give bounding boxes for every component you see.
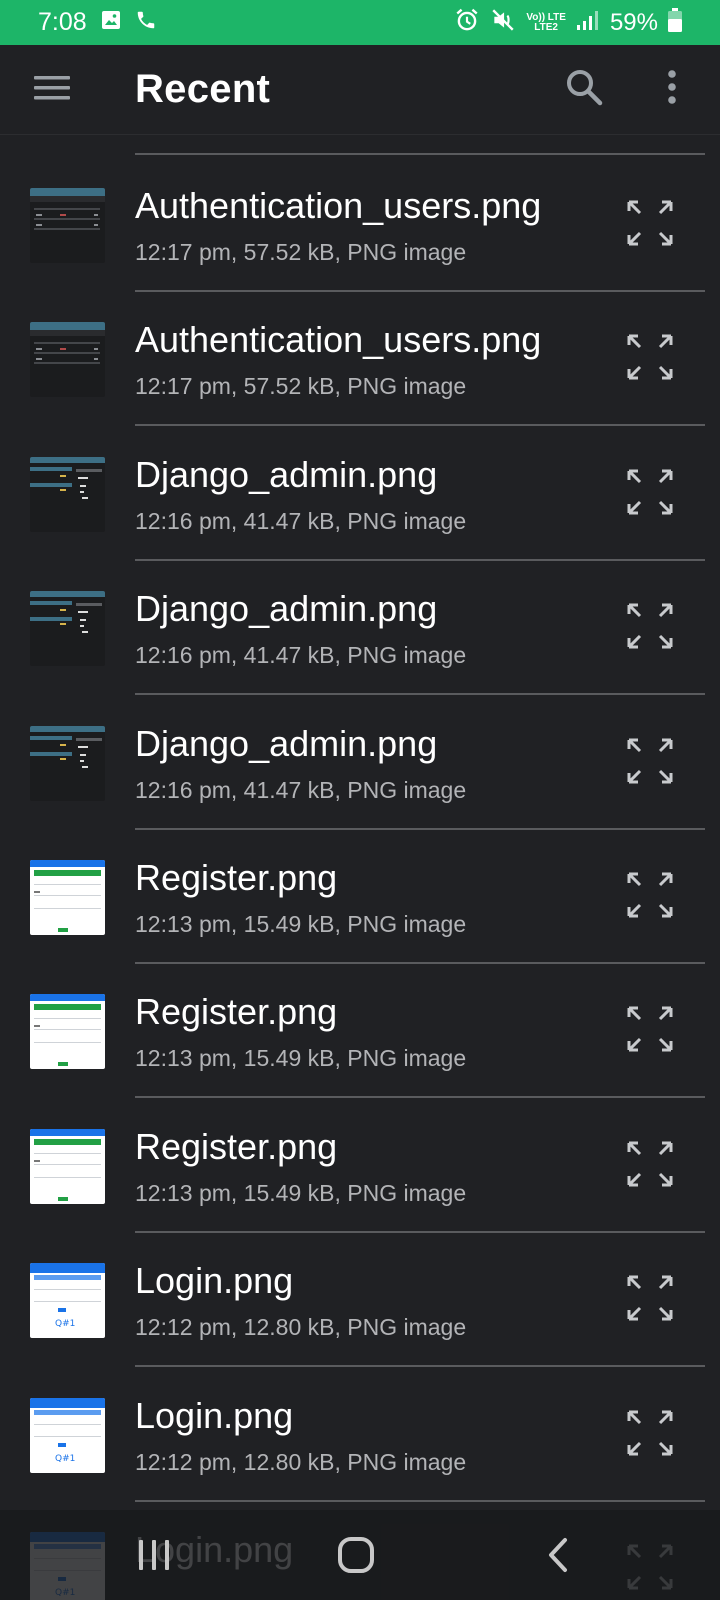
back-button[interactable] bbox=[533, 1532, 583, 1582]
battery-icon bbox=[668, 8, 682, 37]
search-button[interactable] bbox=[562, 67, 606, 111]
status-bar: 7:08 Vo)) LTE LTE2 59% bbox=[0, 0, 720, 45]
list-item[interactable]: Django_admin.png 12:16 pm, 41.47 kB, PNG … bbox=[0, 693, 720, 830]
status-time: 7:08 bbox=[38, 8, 87, 36]
home-icon bbox=[337, 1536, 375, 1579]
file-thumbnail bbox=[30, 456, 105, 532]
signal-icon bbox=[576, 9, 600, 36]
expand-icon bbox=[626, 200, 674, 251]
lte2-label: LTE2 bbox=[534, 21, 558, 33]
recents-icon bbox=[136, 1538, 172, 1577]
file-name: Register.png bbox=[135, 857, 338, 898]
file-thumbnail bbox=[30, 322, 105, 398]
file-name: Register.png bbox=[135, 1125, 338, 1167]
expand-preview-button[interactable] bbox=[626, 333, 674, 381]
alarm-icon bbox=[454, 7, 480, 38]
network-label: Vo)) LTE LTE2 bbox=[526, 11, 566, 33]
file-list: Authentication_users.png 12:17 pm, 57.52 … bbox=[0, 135, 720, 1600]
list-item[interactable]: Register.png 12:13 pm, 15.49 kB, PNG imag… bbox=[0, 827, 720, 964]
gallery-icon bbox=[101, 10, 121, 35]
file-name: Django_admin.png bbox=[135, 722, 438, 764]
back-icon bbox=[546, 1537, 570, 1578]
expand-preview-button[interactable] bbox=[626, 1409, 674, 1457]
expand-preview-button[interactable] bbox=[626, 1140, 674, 1188]
file-meta: 12:13 pm, 15.49 kB, PNG image bbox=[135, 911, 467, 937]
svg-text:Q#1: Q#1 bbox=[55, 1454, 75, 1464]
expand-icon bbox=[626, 738, 674, 789]
mute-icon bbox=[490, 7, 516, 38]
file-name: Django_admin.png bbox=[135, 588, 438, 630]
expand-preview-button[interactable] bbox=[626, 468, 674, 516]
list-item[interactable]: Q#1 Login.png 12:12 pm, 12.80 kB, PNG imag… bbox=[0, 1365, 720, 1502]
expand-icon bbox=[626, 603, 674, 654]
recents-button[interactable] bbox=[129, 1532, 179, 1582]
expand-icon bbox=[626, 1141, 674, 1192]
list-item[interactable]: Django_admin.png 12:16 pm, 41.47 kB, PNG … bbox=[0, 424, 720, 561]
file-meta: 12:17 pm, 57.52 kB, PNG image bbox=[135, 373, 467, 400]
list-item[interactable]: Django_admin.png 12:16 pm, 41.47 kB, PNG … bbox=[0, 558, 720, 696]
svg-text:Q#1: Q#1 bbox=[55, 1319, 75, 1329]
list-item[interactable]: Authentication_users.png 12:17 pm, 57.52 … bbox=[0, 155, 720, 292]
file-meta: 12:16 pm, 41.47 kB, PNG image bbox=[135, 776, 467, 803]
file-thumbnail bbox=[30, 1128, 105, 1204]
file-meta: 12:13 pm, 15.49 kB, PNG image bbox=[135, 1179, 467, 1206]
battery-percent: 59% bbox=[609, 8, 658, 36]
expand-icon bbox=[626, 1006, 674, 1057]
file-thumbnail bbox=[30, 591, 105, 667]
search-icon bbox=[565, 68, 603, 111]
expand-icon bbox=[626, 1410, 674, 1461]
file-thumbnail bbox=[30, 994, 105, 1070]
app-bar: Recent bbox=[0, 45, 720, 135]
file-name: Authentication_users.png bbox=[135, 319, 542, 361]
expand-preview-button[interactable] bbox=[626, 871, 674, 919]
nav-bar bbox=[0, 1510, 720, 1600]
list-item[interactable]: Register.png 12:13 pm, 15.49 kB, PNG imag… bbox=[0, 1096, 720, 1233]
list-item[interactable]: Q#1 Login.png 12:12 pm, 12.80 kB, PNG imag… bbox=[0, 1230, 720, 1368]
expand-preview-button[interactable] bbox=[626, 737, 674, 785]
more-options-button[interactable] bbox=[650, 67, 694, 111]
file-thumbnail bbox=[30, 860, 105, 935]
file-meta: 12:13 pm, 15.49 kB, PNG image bbox=[135, 1045, 467, 1072]
expand-icon bbox=[626, 469, 674, 520]
list-item[interactable]: Register.png 12:13 pm, 15.49 kB, PNG imag… bbox=[0, 961, 720, 1099]
file-thumbnail: Q#1 bbox=[30, 1263, 105, 1339]
list-item[interactable]: Authentication_users.png 12:17 pm, 57.52 … bbox=[0, 289, 720, 427]
expand-icon bbox=[626, 334, 674, 385]
file-name: Authentication_users.png bbox=[135, 185, 542, 226]
expand-icon bbox=[626, 1275, 674, 1326]
file-thumbnail: Q#1 bbox=[30, 1397, 105, 1473]
expand-preview-button[interactable] bbox=[626, 1274, 674, 1322]
file-name: Register.png bbox=[135, 991, 338, 1033]
file-meta: 12:16 pm, 41.47 kB, PNG image bbox=[135, 642, 467, 669]
expand-preview-button[interactable] bbox=[626, 602, 674, 650]
file-meta: 12:12 pm, 12.80 kB, PNG image bbox=[135, 1448, 467, 1475]
file-thumbnail bbox=[30, 725, 105, 801]
file-thumbnail bbox=[30, 188, 105, 263]
menu-icon bbox=[33, 73, 71, 108]
home-button[interactable] bbox=[331, 1532, 381, 1582]
file-meta: 12:16 pm, 41.47 kB, PNG image bbox=[135, 507, 467, 534]
expand-preview-button[interactable] bbox=[626, 199, 674, 247]
file-name: Login.png bbox=[135, 1394, 294, 1436]
volte-label: Vo)) LTE bbox=[526, 11, 566, 23]
file-name: Django_admin.png bbox=[135, 453, 438, 495]
file-meta: 12:17 pm, 57.52 kB, PNG image bbox=[135, 239, 467, 265]
phone-icon bbox=[135, 9, 157, 36]
expand-icon bbox=[626, 872, 674, 923]
file-name: Login.png bbox=[135, 1260, 294, 1302]
expand-preview-button[interactable] bbox=[626, 1005, 674, 1053]
page-title: Recent bbox=[135, 67, 271, 111]
more-vert-icon bbox=[666, 69, 678, 109]
menu-button[interactable] bbox=[28, 70, 76, 110]
file-meta: 12:12 pm, 12.80 kB, PNG image bbox=[135, 1314, 467, 1341]
